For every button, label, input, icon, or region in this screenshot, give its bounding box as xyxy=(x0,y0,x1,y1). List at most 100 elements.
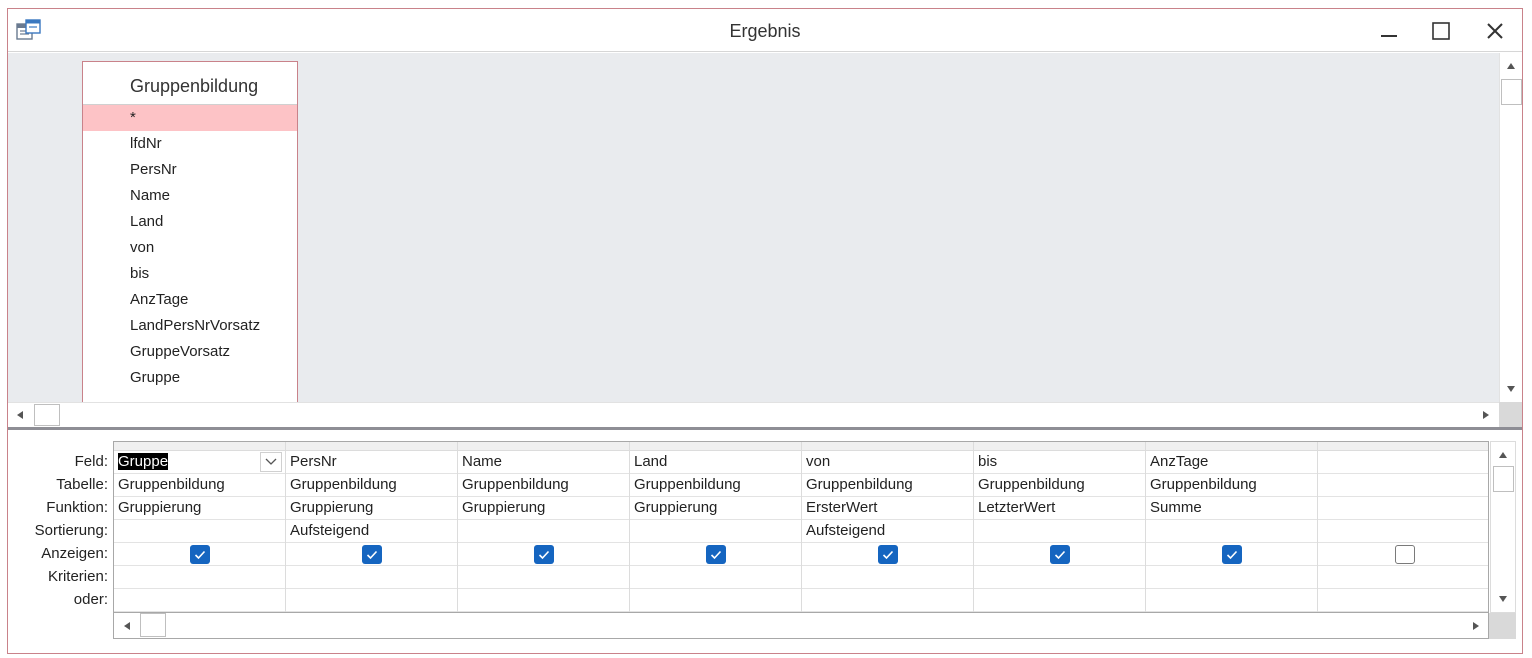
show-checkbox[interactable] xyxy=(534,545,554,564)
scroll-up-icon[interactable] xyxy=(1501,56,1521,76)
grid-column[interactable]: von Gruppenbildung ErsterWert Aufsteigend xyxy=(802,442,974,612)
grid-column[interactable]: bis Gruppenbildung LetzterWert xyxy=(974,442,1146,612)
grid-column[interactable]: Gruppe Gruppenbildung Gruppierung xyxy=(114,442,286,612)
criteria-cell[interactable] xyxy=(802,566,973,589)
table-field[interactable]: bis xyxy=(83,261,297,287)
pane-splitter[interactable] xyxy=(8,427,1522,436)
grid-column[interactable]: PersNr Gruppenbildung Gruppierung Aufsteige… xyxy=(286,442,458,612)
field-cell[interactable]: bis xyxy=(974,451,1145,474)
table-field[interactable]: PersNr xyxy=(83,157,297,183)
criteria-cell[interactable] xyxy=(630,566,801,589)
scroll-thumb[interactable] xyxy=(1501,79,1522,105)
function-cell[interactable]: Summe xyxy=(1146,497,1317,520)
table-cell[interactable]: Gruppenbildung xyxy=(1146,474,1317,497)
or-cell[interactable] xyxy=(1146,589,1317,612)
table-field-list[interactable]: Gruppenbildung * lfdNr PersNr Name Land von bi… xyxy=(82,61,298,411)
or-cell[interactable] xyxy=(802,589,973,612)
scroll-thumb[interactable] xyxy=(140,613,166,637)
grid-column[interactable]: AnzTage Gruppenbildung Summe xyxy=(1146,442,1318,612)
field-cell[interactable]: AnzTage xyxy=(1146,451,1317,474)
table-cell[interactable]: Gruppenbildung xyxy=(458,474,629,497)
sort-cell[interactable]: Aufsteigend xyxy=(286,520,457,543)
field-cell[interactable]: von xyxy=(802,451,973,474)
table-cell[interactable]: Gruppenbildung xyxy=(802,474,973,497)
maximize-button[interactable] xyxy=(1426,17,1456,45)
table-field[interactable]: von xyxy=(83,235,297,261)
sort-cell[interactable]: Aufsteigend xyxy=(802,520,973,543)
table-cell[interactable]: Gruppenbildung xyxy=(630,474,801,497)
table-field[interactable]: Gruppe xyxy=(83,365,297,391)
table-field[interactable]: Land xyxy=(83,209,297,235)
field-cell[interactable]: Gruppe xyxy=(114,451,285,474)
scroll-thumb[interactable] xyxy=(1493,466,1514,492)
scroll-right-icon[interactable] xyxy=(1466,616,1486,636)
table-field[interactable]: Name xyxy=(83,183,297,209)
show-checkbox[interactable] xyxy=(1050,545,1070,564)
table-cell[interactable]: Gruppenbildung xyxy=(114,474,285,497)
design-vertical-scrollbar[interactable] xyxy=(1499,53,1522,402)
table-design-area[interactable]: Gruppenbildung * lfdNr PersNr Name Land von bi… xyxy=(8,53,1522,427)
table-field[interactable]: GruppeVorsatz xyxy=(83,339,297,365)
scroll-thumb[interactable] xyxy=(34,404,60,426)
sort-cell[interactable] xyxy=(458,520,629,543)
criteria-cell[interactable] xyxy=(286,566,457,589)
field-cell[interactable]: Name xyxy=(458,451,629,474)
show-checkbox[interactable] xyxy=(362,545,382,564)
grid-column[interactable]: Land Gruppenbildung Gruppierung xyxy=(630,442,802,612)
grid-column[interactable]: Name Gruppenbildung Gruppierung xyxy=(458,442,630,612)
query-design-grid[interactable]: Gruppe Gruppenbildung Gruppierung PersNr Gru… xyxy=(113,441,1489,613)
criteria-cell[interactable] xyxy=(974,566,1145,589)
table-field[interactable]: lfdNr xyxy=(83,131,297,157)
table-field[interactable]: LandPersNrVorsatz xyxy=(83,313,297,339)
title-bar[interactable]: Ergebnis xyxy=(8,9,1522,52)
design-horizontal-scrollbar[interactable] xyxy=(8,402,1499,427)
or-cell[interactable] xyxy=(1318,589,1488,612)
function-cell[interactable]: Gruppierung xyxy=(458,497,629,520)
show-checkbox[interactable] xyxy=(1222,545,1242,564)
table-name[interactable]: Gruppenbildung xyxy=(83,62,297,105)
close-button[interactable] xyxy=(1480,17,1510,45)
or-cell[interactable] xyxy=(286,589,457,612)
function-cell[interactable] xyxy=(1318,497,1488,520)
field-cell[interactable] xyxy=(1318,451,1488,474)
or-cell[interactable] xyxy=(630,589,801,612)
scroll-left-icon[interactable] xyxy=(10,405,30,425)
scroll-right-icon[interactable] xyxy=(1476,405,1496,425)
or-cell[interactable] xyxy=(114,589,285,612)
minimize-button[interactable] xyxy=(1374,17,1404,45)
criteria-cell[interactable] xyxy=(1318,566,1488,589)
or-cell[interactable] xyxy=(974,589,1145,612)
criteria-cell[interactable] xyxy=(1146,566,1317,589)
scroll-up-icon[interactable] xyxy=(1493,445,1513,465)
table-cell[interactable] xyxy=(1318,474,1488,497)
table-field[interactable]: AnzTage xyxy=(83,287,297,313)
function-cell[interactable]: Gruppierung xyxy=(286,497,457,520)
or-cell[interactable] xyxy=(458,589,629,612)
function-cell[interactable]: LetzterWert xyxy=(974,497,1145,520)
function-cell[interactable]: Gruppierung xyxy=(630,497,801,520)
grid-vertical-scrollbar[interactable] xyxy=(1490,441,1516,613)
sort-cell[interactable] xyxy=(974,520,1145,543)
grid-horizontal-scrollbar[interactable] xyxy=(113,613,1489,639)
scroll-down-icon[interactable] xyxy=(1501,379,1521,399)
function-cell[interactable]: ErsterWert xyxy=(802,497,973,520)
table-cell[interactable]: Gruppenbildung xyxy=(974,474,1145,497)
sort-cell[interactable] xyxy=(1146,520,1317,543)
grid-column[interactable] xyxy=(1318,442,1488,612)
show-checkbox[interactable] xyxy=(1395,545,1415,564)
sort-cell[interactable] xyxy=(630,520,801,543)
field-dropdown-button[interactable] xyxy=(260,452,282,472)
show-checkbox[interactable] xyxy=(706,545,726,564)
show-checkbox[interactable] xyxy=(878,545,898,564)
table-field[interactable]: * xyxy=(83,105,297,131)
criteria-cell[interactable] xyxy=(458,566,629,589)
scroll-down-icon[interactable] xyxy=(1493,589,1513,609)
sort-cell[interactable] xyxy=(1318,520,1488,543)
field-cell[interactable]: Land xyxy=(630,451,801,474)
function-cell[interactable]: Gruppierung xyxy=(114,497,285,520)
criteria-cell[interactable] xyxy=(114,566,285,589)
field-cell[interactable]: PersNr xyxy=(286,451,457,474)
scroll-left-icon[interactable] xyxy=(117,616,137,636)
show-checkbox[interactable] xyxy=(190,545,210,564)
sort-cell[interactable] xyxy=(114,520,285,543)
